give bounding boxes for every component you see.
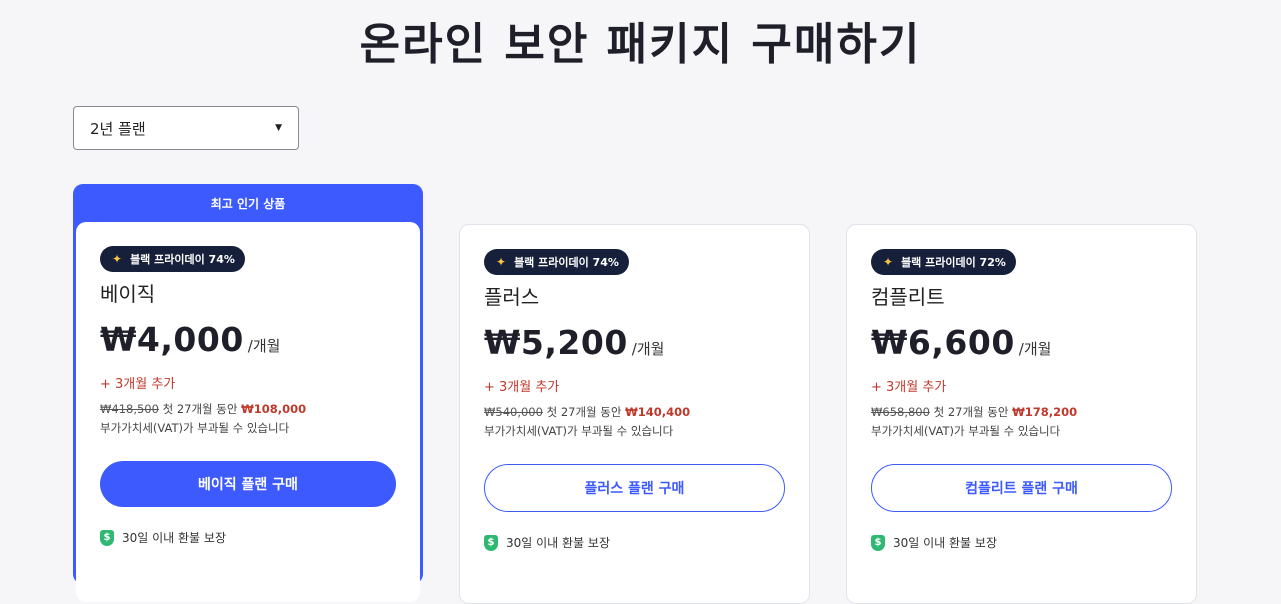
refund-guarantee: $ 30일 이내 환불 보장 <box>871 534 1172 551</box>
refund-guarantee-text: 30일 이내 환불 보장 <box>122 531 226 545</box>
sparkle-icon: ✦ <box>112 252 123 266</box>
original-price: ₩540,000 <box>484 405 543 419</box>
refund-guarantee-text: 30일 이내 환불 보장 <box>506 536 610 550</box>
sparkle-icon: ✦ <box>883 255 894 269</box>
vat-notice: 부가가치세(VAT)가 부과될 수 있습니다 <box>871 424 1061 438</box>
plan-price: ₩4,000 <box>100 320 244 359</box>
bonus-months: + 3개월 추가 <box>100 377 176 392</box>
sale-total: ₩108,000 <box>241 402 307 416</box>
shield-dollar-icon: $ <box>871 534 885 551</box>
plan-card-basic: ✦ 블랙 프라이데이 74% 베이직 ₩4,000 /개월 + 3개월 추가 ₩… <box>76 222 420 602</box>
plan-card-plus: ✦ 블랙 프라이데이 74% 플러스 ₩5,200 /개월 + 3개월 추가 ₩… <box>459 224 810 604</box>
detail-period: 첫 27개월 동안 <box>933 405 1009 419</box>
detail-period: 첫 27개월 동안 <box>162 402 238 416</box>
price-period: /개월 <box>631 340 665 358</box>
sale-total: ₩140,400 <box>625 405 691 419</box>
page-title: 온라인 보안 패키지 구매하기 <box>359 19 922 70</box>
buy-plus-button[interactable]: 플러스 플랜 구매 <box>484 464 785 512</box>
plan-name: 플러스 <box>484 285 540 309</box>
price-detail: ₩418,500 첫 27개월 동안 ₩108,000 <box>100 401 396 417</box>
shield-dollar-icon: $ <box>100 529 114 546</box>
plan-name: 베이직 <box>100 282 156 306</box>
bonus-months: + 3개월 추가 <box>484 380 560 395</box>
popular-label: 최고 인기 상품 <box>210 196 286 211</box>
shield-dollar-icon: $ <box>484 534 498 551</box>
plan-name: 컴플리트 <box>871 285 945 309</box>
original-price: ₩658,800 <box>871 405 930 419</box>
buy-complete-button[interactable]: 컴플리트 플랜 구매 <box>871 464 1172 512</box>
sparkle-icon: ✦ <box>496 255 507 269</box>
price-period: /개월 <box>1018 340 1052 358</box>
original-price: ₩418,500 <box>100 402 159 416</box>
price-period: /개월 <box>247 337 281 355</box>
refund-guarantee: $ 30일 이내 환불 보장 <box>484 534 785 551</box>
refund-guarantee: $ 30일 이내 환불 보장 <box>100 529 396 546</box>
buy-basic-button[interactable]: 베이직 플랜 구매 <box>100 461 396 507</box>
plan-price: ₩6,600 <box>871 323 1015 362</box>
discount-badge: ✦ 블랙 프라이데이 72% <box>871 249 1016 275</box>
detail-period: 첫 27개월 동안 <box>546 405 622 419</box>
plan-duration-value: 2년 플랜 <box>90 119 146 138</box>
price-detail: ₩658,800 첫 27개월 동안 ₩178,200 <box>871 404 1172 420</box>
discount-badge: ✦ 블랙 프라이데이 74% <box>100 246 245 272</box>
plan-duration-select[interactable]: 2년 플랜 ▼ <box>73 106 299 150</box>
discount-badge: ✦ 블랙 프라이데이 74% <box>484 249 629 275</box>
sale-total: ₩178,200 <box>1012 405 1078 419</box>
price-detail: ₩540,000 첫 27개월 동안 ₩140,400 <box>484 404 785 420</box>
plan-card-complete: ✦ 블랙 프라이데이 72% 컴플리트 ₩6,600 /개월 + 3개월 추가 … <box>846 224 1197 604</box>
refund-guarantee-text: 30일 이내 환불 보장 <box>893 536 997 550</box>
discount-badge-text: 블랙 프라이데이 72% <box>901 256 1006 269</box>
plan-price: ₩5,200 <box>484 323 628 362</box>
discount-badge-text: 블랙 프라이데이 74% <box>130 253 235 266</box>
vat-notice: 부가가치세(VAT)가 부과될 수 있습니다 <box>484 424 674 438</box>
vat-notice: 부가가치세(VAT)가 부과될 수 있습니다 <box>100 421 290 435</box>
bonus-months: + 3개월 추가 <box>871 380 947 395</box>
caret-down-icon: ▼ <box>275 123 282 133</box>
discount-badge-text: 블랙 프라이데이 74% <box>514 256 619 269</box>
